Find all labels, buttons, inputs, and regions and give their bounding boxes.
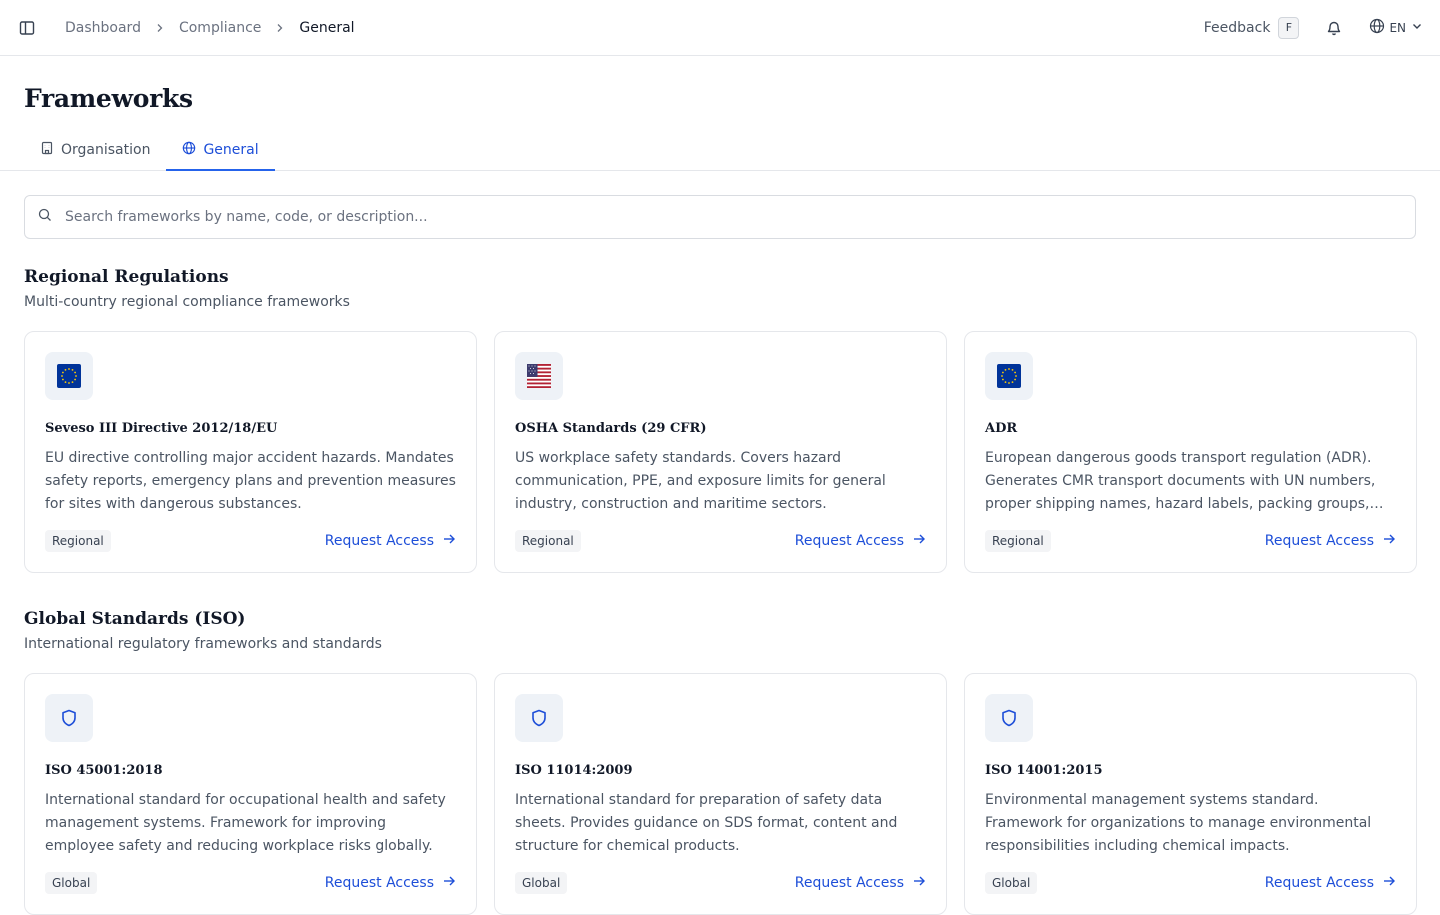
scope-badge: Regional [45, 530, 111, 552]
eu-flag-icon [45, 352, 93, 400]
section-title: Global Standards (ISO) [24, 609, 246, 629]
arrow-right-icon [442, 874, 456, 892]
search-input[interactable] [65, 209, 1365, 225]
scope-badge: Global [515, 872, 568, 894]
card-description: International standard for occupational … [45, 792, 446, 854]
breadcrumb-compliance[interactable]: Compliance [179, 20, 261, 36]
request-access-button[interactable]: Request Access [1265, 532, 1396, 550]
card-grid: ISO 45001:2018 International standard fo… [24, 673, 1417, 915]
card-title: ISO 45001:2018 [45, 763, 163, 778]
framework-card[interactable]: Seveso III Directive 2012/18/EU EU direc… [24, 331, 477, 573]
breadcrumb: Dashboard Compliance General [65, 20, 355, 36]
request-access-label: Request Access [794, 875, 904, 891]
search-icon [38, 208, 52, 226]
chevron-down-icon [1410, 19, 1424, 36]
card-title: OSHA Standards (29 CFR) [515, 421, 707, 436]
tab-label: General [203, 141, 259, 158]
card-title: ISO 14001:2015 [985, 763, 1103, 778]
arrow-right-icon [912, 874, 926, 892]
framework-card[interactable]: ADR European dangerous goods transport r… [964, 331, 1417, 573]
card-description: Environmental management systems standar… [985, 792, 1372, 854]
breadcrumb-general: General [299, 19, 355, 36]
eu-flag-icon [985, 352, 1033, 400]
card-description: International standard for preparation o… [515, 792, 898, 854]
breadcrumb-dashboard[interactable]: Dashboard [65, 20, 141, 36]
section-title: Regional Regulations [24, 267, 229, 287]
section-subtitle: International regulatory frameworks and … [24, 636, 382, 652]
card-title: ADR [985, 421, 1018, 436]
request-access-button[interactable]: Request Access [1265, 874, 1396, 892]
request-access-button[interactable]: Request Access [795, 532, 926, 550]
arrow-right-icon [1382, 532, 1396, 550]
search-box [24, 195, 1416, 239]
arrow-right-icon [912, 532, 926, 550]
feedback-shortcut-key: F [1278, 16, 1300, 39]
tab-bar: Organisation General [24, 130, 275, 171]
scope-badge: Regional [515, 530, 581, 552]
request-access-button[interactable]: Request Access [795, 874, 926, 892]
framework-card[interactable]: ISO 14001:2015 Environmental management … [964, 673, 1417, 915]
tab-general[interactable]: General [166, 130, 275, 171]
shield-icon [515, 694, 563, 742]
us-flag-icon [515, 352, 563, 400]
arrow-right-icon [1382, 874, 1396, 892]
chevron-right-icon [275, 23, 285, 33]
building-icon [40, 141, 54, 159]
globe-icon [1369, 18, 1385, 37]
request-access-button[interactable]: Request Access [325, 532, 456, 550]
shield-icon [45, 694, 93, 742]
section-regional: Regional Regulations Multi-country regio… [24, 267, 1417, 573]
card-title: ISO 11014:2009 [515, 763, 633, 778]
framework-card[interactable]: ISO 11014:2009 International standard fo… [494, 673, 947, 915]
card-title: Seveso III Directive 2012/18/EU [45, 421, 278, 436]
scope-badge: Global [45, 872, 98, 894]
scope-badge: Global [985, 872, 1038, 894]
request-access-label: Request Access [324, 533, 434, 549]
globe-icon [182, 141, 196, 159]
feedback-button[interactable]: Feedback F [1203, 16, 1300, 39]
request-access-button[interactable]: Request Access [325, 874, 456, 892]
arrow-right-icon [442, 532, 456, 550]
section-subtitle: Multi-country regional compliance framew… [24, 294, 350, 310]
request-access-label: Request Access [324, 875, 434, 891]
page-title: Frameworks [24, 84, 193, 113]
top-bar: Dashboard Compliance General Feedback F … [0, 0, 1440, 56]
feedback-label: Feedback [1203, 19, 1271, 36]
tab-organisation[interactable]: Organisation [24, 130, 166, 170]
scope-badge: Regional [985, 530, 1051, 552]
bell-icon[interactable] [1325, 19, 1343, 37]
request-access-label: Request Access [1264, 875, 1374, 891]
card-description: US workplace safety standards. Covers ha… [515, 450, 886, 512]
tab-label: Organisation [61, 142, 151, 158]
section-global: Global Standards (ISO) International reg… [24, 609, 1417, 915]
request-access-label: Request Access [794, 533, 904, 549]
language-selector[interactable]: EN [1369, 18, 1424, 37]
shield-icon [985, 694, 1033, 742]
card-description: EU directive controlling major accident … [45, 450, 456, 512]
framework-card[interactable]: OSHA Standards (29 CFR) US workplace saf… [494, 331, 947, 573]
framework-card[interactable]: ISO 45001:2018 International standard fo… [24, 673, 477, 915]
card-grid: Seveso III Directive 2012/18/EU EU direc… [24, 331, 1417, 573]
chevron-right-icon [155, 23, 165, 33]
card-description: European dangerous goods transport regul… [985, 450, 1376, 512]
sidebar-toggle-icon[interactable] [18, 19, 36, 37]
request-access-label: Request Access [1264, 533, 1374, 549]
language-label: EN [1389, 20, 1406, 35]
